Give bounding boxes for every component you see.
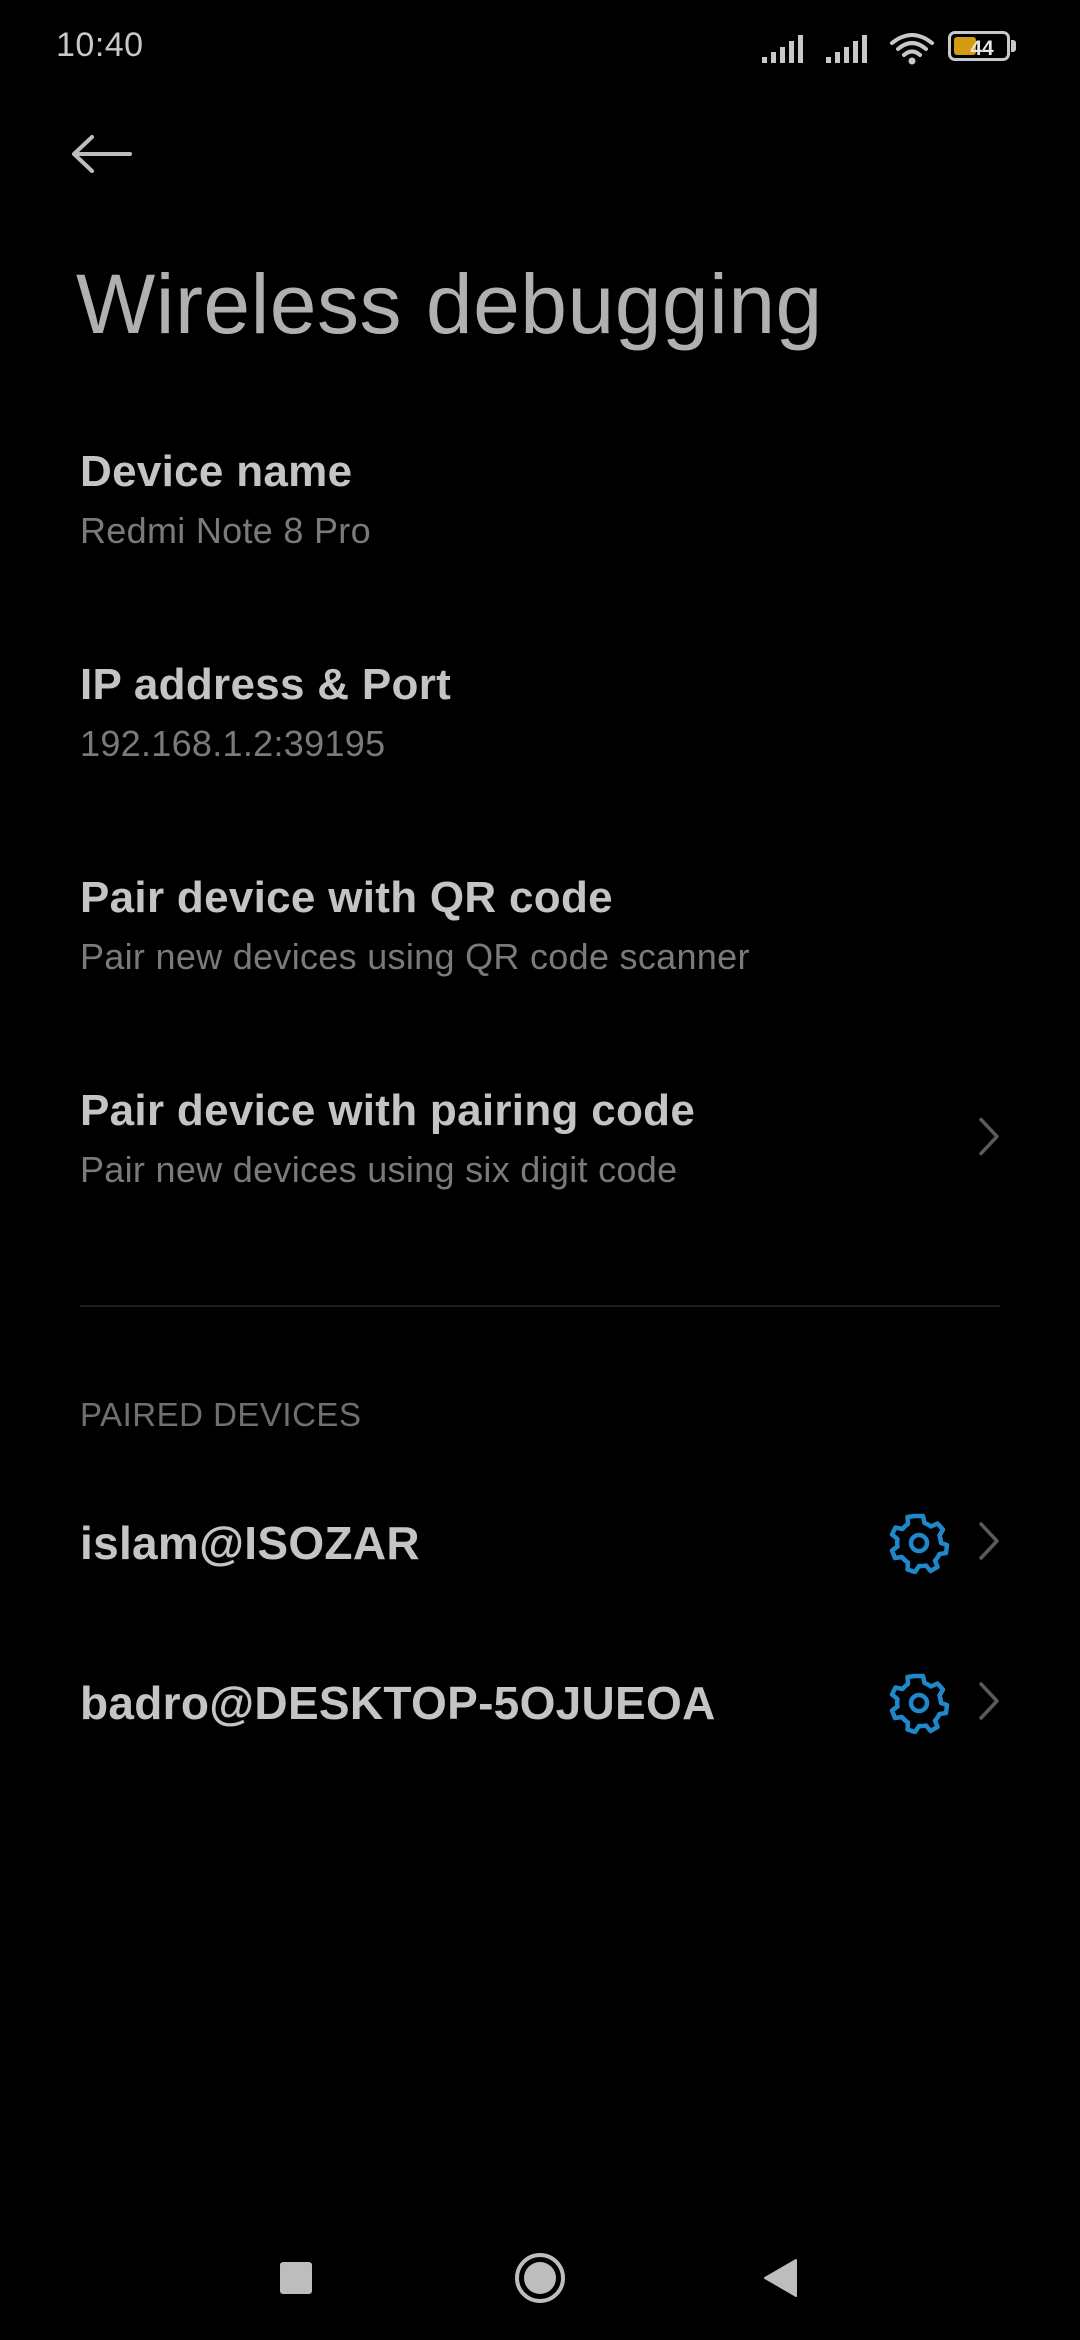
pair-pairing-code-subtitle: Pair new devices using six digit code (80, 1149, 678, 1190)
signal-icon (762, 33, 812, 63)
page-title: Wireless debugging (76, 257, 823, 351)
battery-body: 44 (948, 31, 1010, 61)
device-name-item[interactable]: Device name Redmi Note 8 Pro (80, 444, 1000, 556)
battery-tip (1011, 40, 1016, 52)
gear-icon[interactable] (888, 1672, 950, 1735)
device-name-title: Device name (80, 447, 353, 496)
pair-qr-code-title: Pair device with QR code (80, 873, 613, 922)
paired-device-row[interactable]: badro@DESKTOP-5OJUEOA (80, 1648, 1000, 1758)
paired-device-name: islam@ISOZAR (80, 1517, 420, 1569)
battery-level: 44 (970, 37, 994, 60)
status-bar: 10:40 44 (0, 0, 1080, 96)
signal-icon (826, 33, 876, 63)
chevron-right-icon (978, 1521, 1000, 1566)
ip-address-item[interactable]: IP address & Port 192.168.1.2:39195 (80, 657, 1000, 769)
status-time: 10:40 (56, 26, 144, 64)
divider (80, 1305, 1000, 1307)
home-button[interactable] (502, 2242, 578, 2318)
home-circle-icon (513, 2251, 567, 2310)
chevron-right-icon (978, 1117, 1000, 1162)
ip-address-title: IP address & Port (80, 660, 452, 709)
pair-qr-code-subtitle: Pair new devices using QR code scanner (80, 936, 750, 977)
recents-button[interactable] (258, 2242, 334, 2318)
navigation-bar (0, 2220, 1080, 2340)
paired-device-name: badro@DESKTOP-5OJUEOA (80, 1677, 716, 1729)
arrow-left-icon (70, 134, 132, 179)
back-triangle-icon (762, 2258, 798, 2303)
wifi-icon (890, 31, 934, 65)
device-name-value: Redmi Note 8 Pro (80, 510, 371, 551)
recents-square-icon (279, 2261, 313, 2300)
chevron-right-icon (978, 1681, 1000, 1726)
pair-qr-code-item[interactable]: Pair device with QR code Pair new device… (80, 870, 1000, 982)
back-nav-button[interactable] (742, 2242, 818, 2318)
pair-pairing-code-item[interactable]: Pair device with pairing code Pair new d… (80, 1083, 1000, 1195)
back-button[interactable] (70, 120, 160, 192)
ip-address-value: 192.168.1.2:39195 (80, 723, 386, 764)
pair-pairing-code-title: Pair device with pairing code (80, 1086, 696, 1135)
paired-devices-header: PAIRED DEVICES (80, 1396, 362, 1433)
gear-icon[interactable] (888, 1512, 950, 1575)
status-icons: 44 (762, 26, 1018, 70)
paired-device-row[interactable]: islam@ISOZAR (80, 1488, 1000, 1598)
battery-icon: 44 (948, 31, 1018, 65)
